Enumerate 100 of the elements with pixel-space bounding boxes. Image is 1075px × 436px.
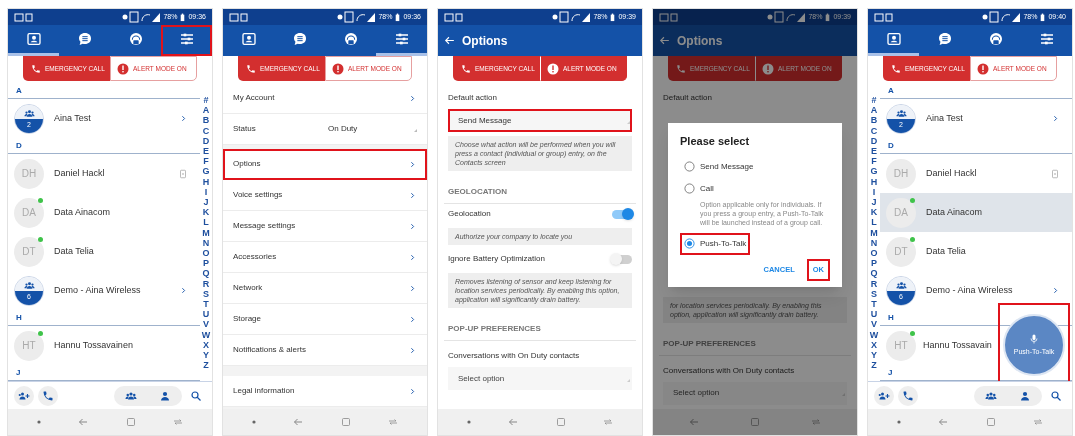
index-letter[interactable]: B [202, 115, 210, 126]
index-letter[interactable]: X [871, 339, 877, 351]
index-letter[interactable]: W [201, 329, 211, 340]
contact-card-icon [240, 31, 257, 47]
index-letter[interactable]: F [871, 156, 877, 167]
index-letter[interactable]: D [202, 135, 210, 146]
add-group-button[interactable] [874, 385, 894, 406]
index-letter[interactable]: M [870, 227, 878, 238]
index-letter[interactable]: F [203, 156, 209, 167]
index-letter[interactable]: M [202, 227, 210, 238]
contact-item[interactable]: DA Data Ainacom [880, 193, 1072, 232]
call-button[interactable] [38, 385, 58, 406]
index-letter[interactable]: G [202, 166, 210, 177]
contact-item[interactable]: HT Hannu Tossavain [880, 326, 994, 365]
index-letter[interactable]: Z [203, 360, 209, 371]
contact-item[interactable]: DT Data Telia [8, 232, 200, 271]
index-letter[interactable]: I [872, 186, 876, 198]
radio-option[interactable]: Call [680, 177, 718, 200]
settings-item[interactable]: My Account [223, 83, 427, 114]
index-letter[interactable]: E [871, 146, 877, 157]
index-letter[interactable]: U [870, 309, 878, 320]
index-letter[interactable]: L [871, 217, 877, 228]
index-letter[interactable]: P [203, 258, 209, 269]
section-letter: H [888, 312, 894, 324]
index-letter[interactable]: Z [871, 360, 877, 371]
back-button[interactable] [443, 34, 456, 47]
settings-item[interactable]: Legal information [223, 376, 427, 407]
index-letter[interactable]: X [203, 339, 209, 351]
contact-item[interactable]: DA Data Ainacom [8, 193, 200, 232]
settings-item[interactable]: Options [223, 149, 427, 180]
index-letter[interactable]: V [203, 319, 209, 330]
settings-item[interactable]: Notifications & alerts [223, 335, 427, 366]
contact-item[interactable]: DH Daniel Hackl [880, 154, 1072, 193]
settings-item[interactable]: Accessories [223, 242, 427, 273]
index-letter[interactable]: C [202, 125, 210, 136]
index-letter[interactable]: Y [203, 350, 209, 361]
toggle-switch[interactable] [612, 254, 632, 264]
index-letter[interactable]: S [203, 288, 209, 300]
index-letter[interactable]: I [204, 186, 208, 198]
index-letter[interactable]: J [871, 197, 877, 208]
radio-icon [684, 161, 695, 172]
settings-item[interactable]: Network [223, 273, 427, 304]
settings-item[interactable]: Message settings [223, 211, 427, 242]
index-letter[interactable]: E [203, 146, 209, 157]
index-letter[interactable]: B [870, 115, 878, 126]
index-letter[interactable]: # [871, 95, 877, 106]
add-group-button[interactable] [14, 385, 34, 406]
index-letter[interactable]: N [202, 237, 210, 249]
call-button[interactable] [898, 385, 918, 406]
tab[interactable] [161, 25, 212, 56]
dropdown-field[interactable]: Select option [448, 367, 632, 390]
index-letter[interactable]: A [202, 105, 210, 116]
index-letter[interactable]: O [870, 248, 878, 259]
index-letter[interactable]: L [203, 217, 209, 228]
index-letter[interactable]: R [870, 278, 878, 289]
index-letter[interactable]: J [203, 197, 209, 208]
index-letter[interactable]: H [202, 176, 210, 187]
contact-item[interactable]: DT Data Telia [880, 232, 1072, 271]
index-letter[interactable]: G [870, 166, 878, 177]
radio-option[interactable]: Send Message [680, 155, 758, 178]
chevron-right-icon [408, 159, 417, 169]
section-letter: H [16, 312, 22, 324]
index-letter[interactable]: Q [202, 268, 210, 279]
index-letter[interactable]: K [202, 207, 210, 218]
group-icon [22, 107, 36, 119]
chevron-right-icon [408, 345, 417, 355]
index-letter[interactable]: C [870, 125, 878, 136]
index-letter[interactable]: U [202, 309, 210, 320]
index-letter[interactable]: O [202, 248, 210, 259]
settings-item[interactable]: Storage [223, 304, 427, 335]
status-dropdown[interactable]: On Duty [328, 118, 417, 140]
index-letter[interactable]: Q [870, 268, 878, 279]
index-letter[interactable]: Y [871, 350, 877, 361]
index-letter[interactable]: V [871, 319, 877, 330]
toggle-switch[interactable] [612, 209, 632, 219]
index-letter[interactable]: S [871, 288, 877, 300]
index-letter[interactable]: T [203, 299, 209, 310]
notification-icons [874, 11, 894, 23]
dropdown-field[interactable]: Select option [663, 381, 847, 405]
chevron-right-icon [1051, 286, 1060, 295]
settings-item[interactable]: Voice settings [223, 180, 427, 211]
index-letter[interactable]: H [870, 176, 878, 187]
index-letter[interactable]: R [202, 278, 210, 289]
index-letter[interactable]: D [870, 135, 878, 146]
battery-icon [1040, 11, 1046, 23]
radio-option[interactable]: Push-To-Talk [680, 232, 751, 255]
index-letter[interactable]: P [871, 258, 877, 269]
index-letter[interactable]: N [870, 237, 878, 249]
chat-bubble-icon [936, 31, 953, 47]
index-letter[interactable]: W [869, 329, 879, 340]
back-arrow-icon [658, 34, 671, 47]
back-button[interactable] [658, 34, 671, 47]
dropdown-field[interactable]: Send Message [448, 109, 632, 132]
section-heading: POP-UP PREFERENCES [659, 332, 851, 356]
contact-item[interactable]: HT Hannu Tossavainen [8, 326, 200, 365]
contact-item[interactable]: DH Daniel Hackl [8, 154, 200, 193]
index-letter[interactable]: A [870, 105, 878, 116]
index-letter[interactable]: K [870, 207, 878, 218]
index-letter[interactable]: # [203, 95, 209, 106]
index-letter[interactable]: T [871, 299, 877, 310]
